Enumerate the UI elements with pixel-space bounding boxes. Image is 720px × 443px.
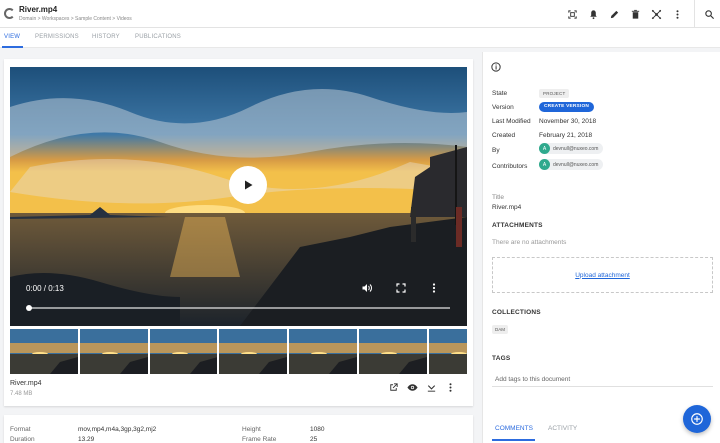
upload-dropzone[interactable]: Upload attachment (492, 257, 713, 293)
progress-knob[interactable] (26, 305, 32, 311)
bell-icon[interactable] (583, 0, 604, 28)
trash-icon[interactable] (625, 0, 646, 28)
title-value: River.mp4 (492, 204, 522, 211)
document-tabs: VIEW PERMISSIONS HISTORY PUBLICATIONS (0, 28, 720, 48)
tab-history[interactable]: HISTORY (92, 34, 120, 40)
search-icon[interactable] (699, 0, 720, 28)
tags-heading: TAGS (492, 355, 511, 362)
contributor-chip[interactable]: A devnull@nuxeo.com (539, 159, 604, 170)
play-icon (245, 180, 253, 190)
format-label: Format (10, 426, 31, 433)
toolbar-actions (562, 0, 720, 28)
video-thumbnail[interactable] (358, 329, 427, 374)
active-side-tab-indicator (492, 439, 535, 441)
state-chip: PROJECT (539, 89, 570, 98)
format-value: mov,mp4,m4a,3gp,3g2,mj2 (78, 426, 157, 433)
upload-attachment-link[interactable]: Upload attachment (575, 272, 630, 279)
height-label: Height (242, 426, 261, 433)
file-size: 7.48 MB (10, 391, 33, 397)
thumbnail-strip (10, 329, 467, 374)
created-label: Created (492, 132, 516, 139)
add-circle-icon (691, 413, 703, 425)
video-thumbnail[interactable] (219, 329, 288, 374)
file-name: River.mp4 (10, 380, 42, 387)
tab-activity[interactable]: ACTIVITY (548, 425, 577, 432)
toolbar-divider (694, 0, 695, 28)
video-player[interactable]: 0:00 / 0:13 (10, 67, 467, 326)
cluster-icon[interactable] (646, 0, 667, 28)
created-value: February 21, 2018 (539, 132, 593, 139)
create-version-button[interactable]: CREATE VERSION (539, 102, 595, 112)
tab-view[interactable]: VIEW (4, 34, 20, 40)
document-sync-icon (4, 8, 15, 19)
tab-comments[interactable]: COMMENTS (495, 425, 533, 432)
by-label: By (492, 147, 500, 154)
top-bar: River.mp4 Domain > Workspaces > Sample C… (0, 0, 720, 28)
no-attachments-text: There are no attachments (492, 239, 567, 246)
contributor-email: devnull@nuxeo.com (553, 161, 599, 168)
download-icon[interactable] (426, 382, 437, 393)
info-icon[interactable] (491, 62, 501, 72)
duration-value: 13.29 (78, 436, 95, 443)
last-modified-label: Last Modified (492, 118, 531, 125)
progress-bar[interactable] (26, 305, 450, 311)
author-email: devnull@nuxeo.com (553, 145, 599, 152)
breadcrumb[interactable]: Domain > Workspaces > Sample Content > V… (19, 16, 132, 22)
add-button[interactable] (683, 405, 711, 433)
document-sidebar: State PROJECT Version CREATE VERSION Las… (482, 52, 720, 443)
framerate-value: 25 (310, 436, 318, 443)
avatar: A (539, 159, 550, 170)
more-vert-icon[interactable] (667, 0, 688, 28)
height-value: 1080 (310, 426, 325, 433)
open-external-icon[interactable] (388, 382, 399, 393)
avatar: A (539, 143, 550, 154)
video-thumbnail[interactable] (428, 329, 467, 374)
tags-input[interactable]: Add tags to this document (492, 370, 713, 387)
tab-publications[interactable]: PUBLICATIONS (135, 34, 181, 40)
collection-chip[interactable]: DAM (492, 325, 508, 334)
tab-permissions[interactable]: PERMISSIONS (35, 34, 79, 40)
attachments-heading: ATTACHMENTS (492, 222, 543, 229)
video-thumbnail[interactable] (79, 329, 148, 374)
pencil-icon[interactable] (604, 0, 625, 28)
state-label: State (492, 90, 508, 97)
playback-time: 0:00 / 0:13 (26, 284, 64, 293)
active-tab-indicator (2, 46, 23, 48)
video-thumbnail[interactable] (289, 329, 357, 374)
last-modified-value: November 30, 2018 (539, 118, 597, 125)
collections-heading: COLLECTIONS (492, 309, 541, 316)
video-thumbnail[interactable] (10, 329, 78, 374)
framerate-label: Frame Rate (242, 436, 277, 443)
preview-eye-icon[interactable] (407, 382, 418, 393)
file-actions (388, 382, 456, 393)
volume-icon[interactable] (361, 282, 373, 294)
title-label: Title (492, 194, 505, 201)
file-more-icon[interactable] (445, 382, 456, 393)
play-button[interactable] (229, 166, 267, 204)
fullscreen-icon[interactable] (395, 282, 407, 294)
duration-label: Duration (10, 436, 35, 443)
metadata-card: Format mov,mp4,m4a,3gp,3g2,mj2 Duration … (4, 415, 473, 443)
contributors-label: Contributors (492, 163, 528, 170)
document-title: River.mp4 (19, 5, 58, 14)
version-label: Version (492, 104, 514, 111)
video-thumbnail[interactable] (149, 329, 218, 374)
expand-icon[interactable] (562, 0, 583, 28)
player-more-icon[interactable] (428, 282, 440, 294)
author-chip[interactable]: A devnull@nuxeo.com (539, 143, 604, 154)
